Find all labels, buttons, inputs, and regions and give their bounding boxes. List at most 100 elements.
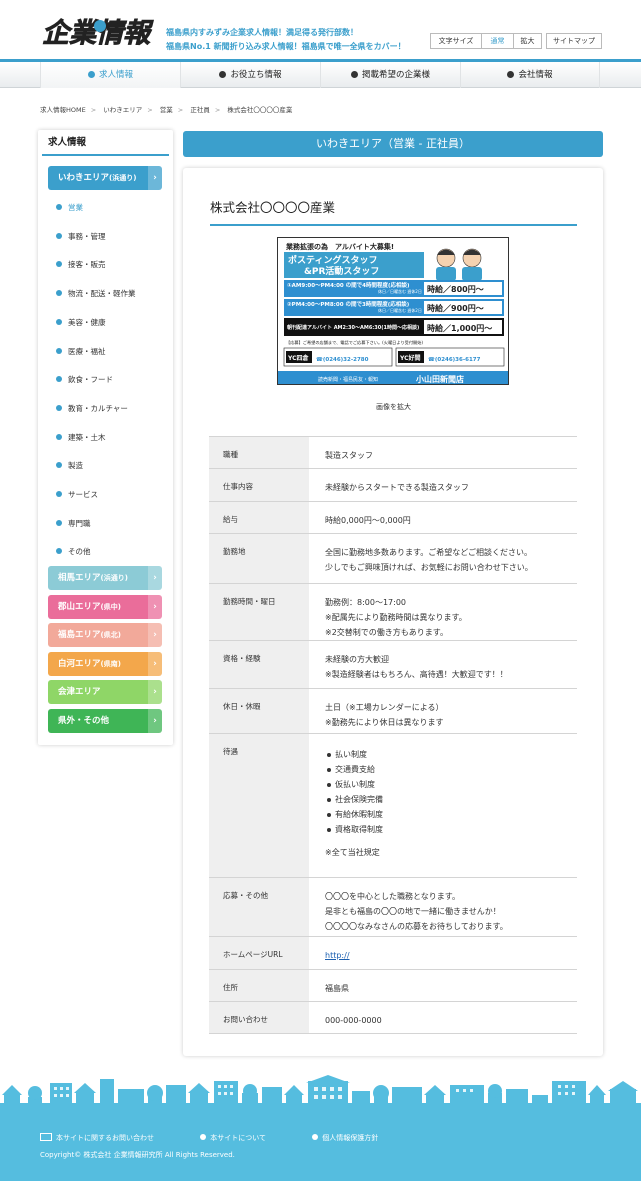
- footer-link-contact[interactable]: 本サイトに関するお問い合わせ: [40, 1133, 176, 1142]
- sidebar-category-item[interactable]: 医療・福祉: [56, 346, 106, 357]
- chevron-right-icon: ›: [148, 708, 162, 733]
- mail-icon: [40, 1133, 52, 1141]
- tagline-line-2: 福島県No.1 新聞折り込み求人情報！福島県で唯一全県をカバー！: [166, 42, 406, 51]
- row-value: 〇〇〇を中心とした職務となります。 是非とも福島の〇〇の地で一緒に働きませんか！ 〇…: [309, 878, 577, 936]
- row-value: 未経験の方大歓迎 ※製造経験者はもちろん、高待遇！大歓迎です！！: [309, 641, 577, 688]
- row-label: 休日・休暇: [209, 689, 309, 733]
- bullet-icon: [56, 433, 62, 440]
- font-large-button[interactable]: 拡大: [514, 33, 542, 49]
- area-label: いわきエリア: [58, 173, 110, 183]
- nav-item-company-info[interactable]: 会社情報: [460, 62, 600, 88]
- table-row: 勤務地 全国に勤務地多数あります。ご希望などご相談ください。 少しでもご興味頂ければ…: [209, 534, 577, 584]
- circle-arrow-icon: [350, 71, 358, 78]
- image-zoom-link[interactable]: 画像を拡大: [210, 402, 577, 412]
- sidebar-category-item[interactable]: 接客・販売: [56, 259, 106, 270]
- footer-link-privacy[interactable]: 個人情報保護方針: [312, 1134, 400, 1142]
- sidebar-category-item[interactable]: その他: [56, 546, 91, 557]
- area-label: 郡山エリア: [58, 601, 101, 612]
- value-line: 是非とも福島の〇〇の地で一緒に働きませんか！: [325, 907, 501, 916]
- nav-label: お役立ち情報: [230, 70, 282, 80]
- table-row: 住所 福島県: [209, 970, 577, 1002]
- table-row: 応募・その他 〇〇〇を中心とした職務となります。是非とも福島の〇〇の地で一緒に働き…: [209, 878, 577, 937]
- row-label: 資格・経験: [209, 641, 309, 688]
- chevron-right-icon: ›: [148, 623, 162, 647]
- nav-item-useful-info[interactable]: お役立ち情報: [180, 62, 320, 88]
- row-value: 勤務例：8:00〜17:00 ※配属先により勤務時間は異なります。 ※2交替制での働…: [309, 584, 577, 640]
- copyright: Copyright© 株式会社 企業情報研究所 All Rights Reser…: [40, 1151, 235, 1159]
- ad-morning: 朝刊配達アルバイト AM2:30〜AM6:30(1時間〜応相談): [287, 324, 419, 331]
- sidebar-category-item[interactable]: 美容・健康: [56, 317, 106, 328]
- row-label: 勤務地: [209, 534, 309, 583]
- category-label: 物流・配送・軽作業: [68, 289, 136, 299]
- sidebar-category-item[interactable]: 営業: [56, 202, 83, 213]
- tagline-line-1: 福島県内すみずみ企業求人情報！満足得る発行部数！: [166, 28, 358, 37]
- row-label: 仕事内容: [209, 469, 309, 501]
- homepage-link[interactable]: http://: [325, 951, 350, 960]
- sidebar-category-item[interactable]: サービス: [56, 489, 98, 500]
- sidebar-category-item[interactable]: 飲食・フード: [56, 374, 113, 385]
- circle-arrow-icon: [200, 1134, 207, 1140]
- benefits-note: ※全て当社規定: [325, 848, 380, 857]
- area-sub-label: (県中): [100, 602, 121, 611]
- ad-shop-2-tel: ☎(0246)36-6177: [428, 356, 481, 363]
- category-label: 建築・土木: [68, 432, 106, 442]
- job-ad-image[interactable]: 業務拡張の為 アルバイト大募集! ポスティングスタッフ &PR活動スタッフ ①A…: [277, 237, 509, 385]
- ad-shift-2-pay: 時給／900円〜: [427, 303, 484, 313]
- row-label: 待遇: [209, 734, 309, 877]
- page-title: いわきエリア（営業 - 正社員）: [183, 131, 603, 157]
- footer-link-label: 本サイトについて: [210, 1134, 267, 1142]
- list-item: 資格取得制度: [325, 822, 577, 837]
- sidebar-area-6[interactable]: 県外・その他 ›: [48, 708, 162, 733]
- breadcrumb-category[interactable]: 営業: [160, 106, 173, 114]
- sidebar-area-5[interactable]: 会津エリア ›: [48, 680, 162, 704]
- area-label: 相馬エリア: [58, 573, 101, 583]
- value-line: 少しでもご興味頂ければ、お気軽にお問い合わせ下さい。: [325, 563, 533, 572]
- category-label: サービス: [68, 490, 98, 499]
- sidebar-area-1[interactable]: 相馬エリア(浜通り) ›: [48, 566, 162, 590]
- sidebar-category-item[interactable]: 物流・配送・軽作業: [56, 288, 136, 299]
- sidebar-area-2[interactable]: 郡山エリア(県中) ›: [48, 594, 162, 619]
- ad-shift-1-days: 休日／日曜含む 週休2日: [378, 288, 422, 294]
- nav-item-for-companies[interactable]: 掲載希望の企業様: [320, 62, 460, 88]
- footer-link-about[interactable]: 本サイトについて: [200, 1134, 288, 1142]
- row-label: お問い合わせ: [209, 1002, 309, 1033]
- sidebar-category-item[interactable]: 事務・管理: [56, 231, 106, 242]
- value-line: 000-000-0000: [325, 1016, 382, 1025]
- breadcrumb-area[interactable]: いわきエリア: [103, 106, 142, 114]
- sidebar-category-item[interactable]: 専門職: [56, 518, 91, 529]
- header-tagline: 福島県内すみずみ企業求人情報！満足得る発行部数！ 福島県No.1 新聞折り込み求…: [166, 26, 406, 54]
- chevron-right-icon: ›: [148, 680, 162, 704]
- category-label: 教育・カルチャー: [68, 403, 128, 413]
- breadcrumb-home[interactable]: 求人情報HOME: [40, 106, 86, 114]
- town-skyline-icon: [0, 1075, 641, 1117]
- sidebar-category-item[interactable]: 製造: [56, 460, 83, 471]
- site-logo[interactable]: 企業情報: [40, 14, 155, 50]
- circle-arrow-icon: [87, 71, 95, 78]
- category-label: 飲食・フード: [68, 375, 113, 385]
- category-label: 製造: [68, 461, 83, 471]
- chevron-right-icon: ›: [148, 566, 162, 590]
- breadcrumb-current: 株式会社〇〇〇〇産業: [227, 106, 293, 114]
- sidebar-category-item[interactable]: 建築・土木: [56, 432, 106, 443]
- nav-item-jobs[interactable]: 求人情報: [40, 62, 180, 88]
- sidebar-area-3[interactable]: 福島エリア(県北) ›: [48, 623, 162, 647]
- font-size-label: 文字サイズ: [430, 33, 482, 49]
- value-line: 土日（※工場カレンダーによる）: [325, 703, 444, 712]
- company-name: 株式会社〇〇〇〇産業: [210, 197, 577, 226]
- table-row: 給与 時給0,000円〜0,000円: [209, 502, 577, 534]
- breadcrumb-employment[interactable]: 正社員: [190, 106, 210, 114]
- site-header: 企業情報 福島県内すみずみ企業求人情報！満足得る発行部数！ 福島県No.1 新聞…: [0, 0, 641, 62]
- global-nav: 求人情報 お役立ち情報 掲載希望の企業様 会社情報: [0, 62, 641, 88]
- font-normal-button[interactable]: 通常: [482, 33, 514, 49]
- category-label: その他: [68, 547, 91, 557]
- value-line: 未経験の方大歓迎: [325, 655, 389, 664]
- bullet-icon: [56, 347, 62, 354]
- sidebar-area-0[interactable]: いわきエリア(浜通り) ›: [48, 166, 162, 190]
- value-line: 〇〇〇を中心とした職務となります。: [325, 892, 460, 901]
- nav-label: 掲載希望の企業様: [361, 70, 430, 80]
- sidebar-category-item[interactable]: 教育・カルチャー: [56, 403, 128, 414]
- row-label: 勤務時間・曜日: [209, 584, 309, 640]
- sidebar-area-4[interactable]: 白河エリア(県南) ›: [48, 651, 162, 676]
- row-label: 応募・その他: [209, 878, 309, 936]
- sitemap-button[interactable]: サイトマップ: [546, 33, 602, 49]
